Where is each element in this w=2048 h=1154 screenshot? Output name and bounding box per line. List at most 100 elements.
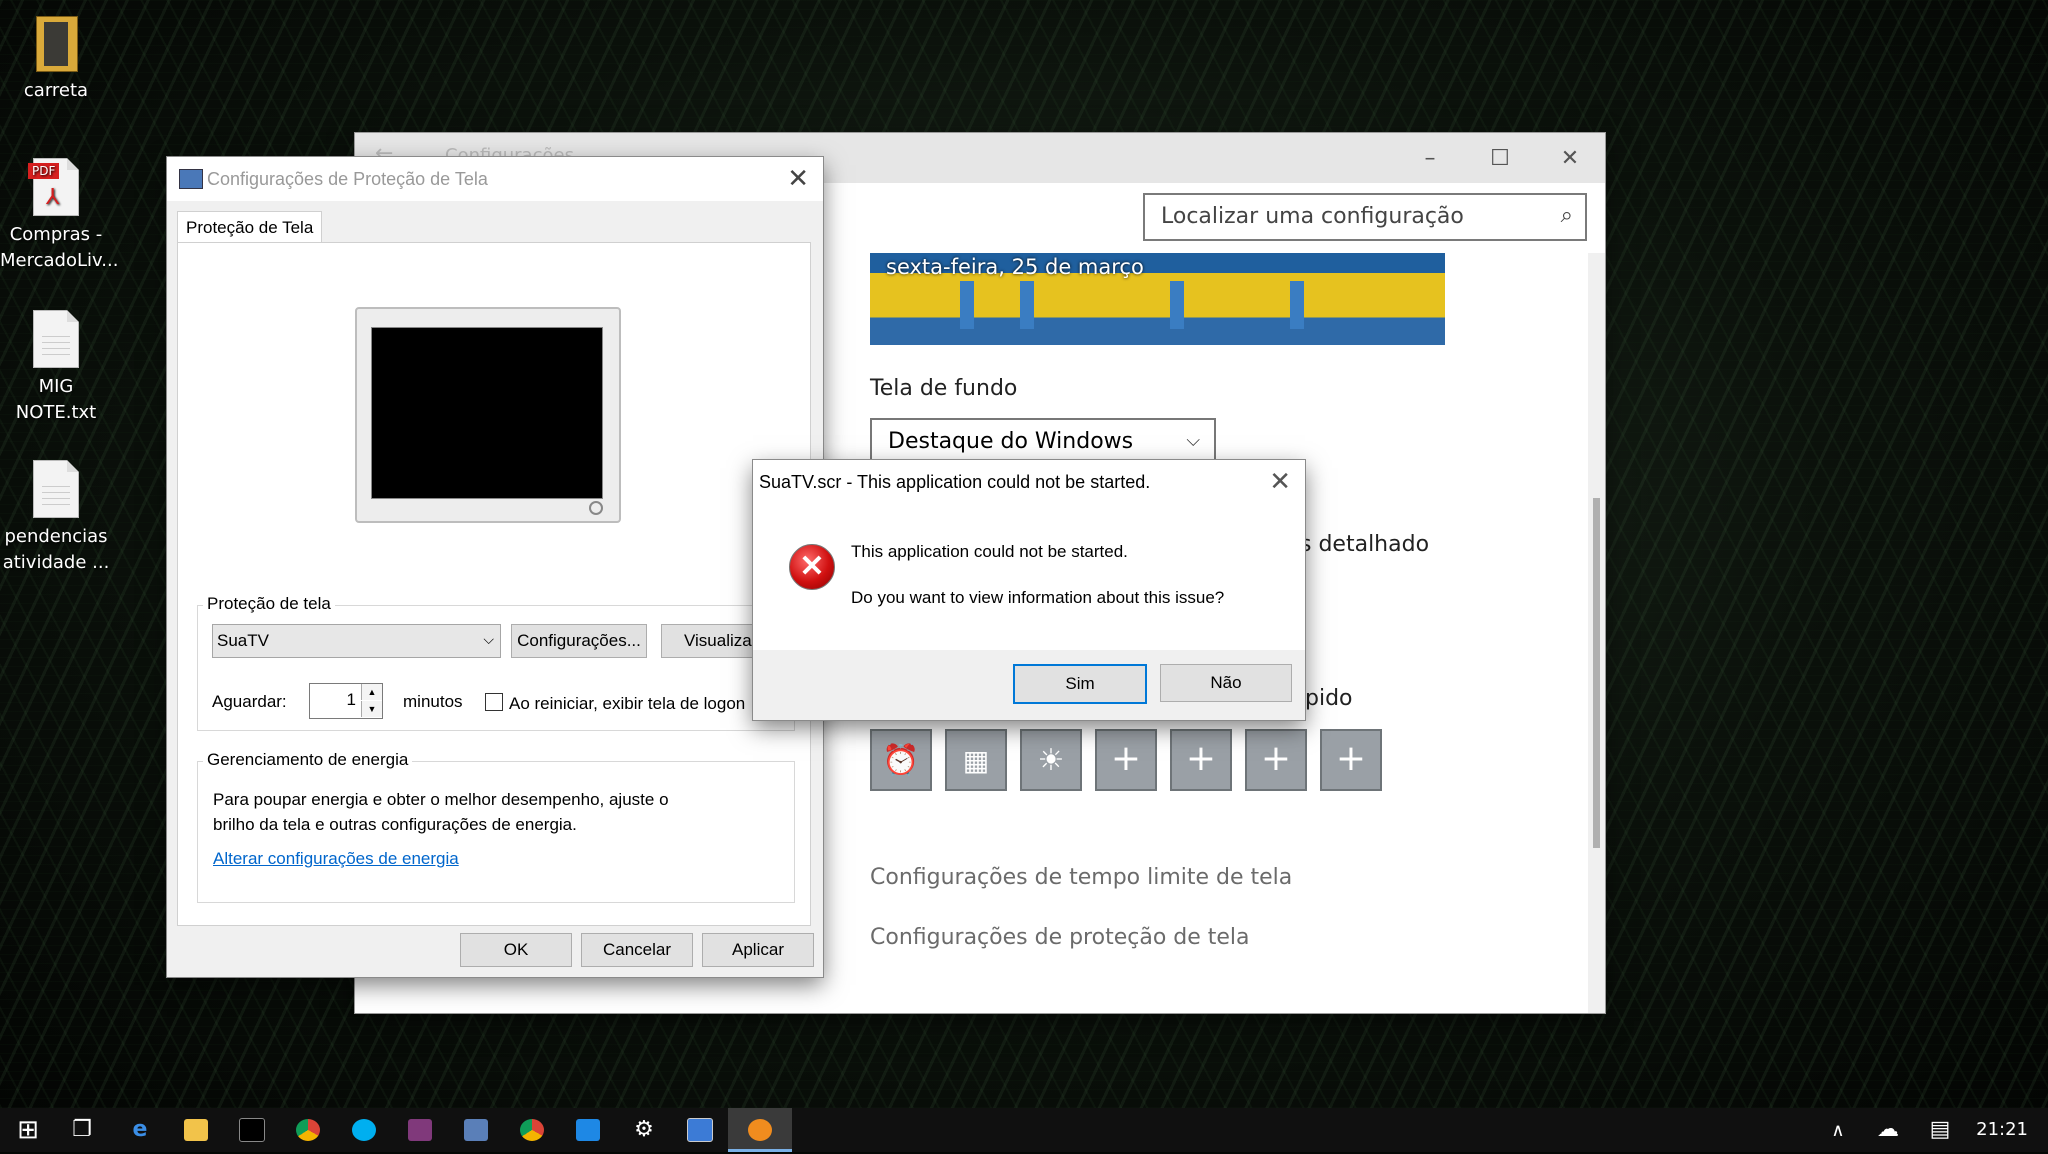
maximize-icon[interactable]: ☐ [1465,139,1535,179]
desktop-icon-compras[interactable]: PDF ⅄ Compras - MercadoLiv... [0,158,119,274]
screensaver-dialog-titlebar[interactable]: Configurações de Proteção de Tela ✕ [167,157,823,201]
power-text-line-2: brilho da tela e outras configurações de… [213,815,577,834]
minutes-label: minutos [403,692,463,711]
taskbar-network-app[interactable] [448,1108,504,1152]
quick-status-brightness[interactable]: ☀ [1020,729,1082,791]
spin-down-icon[interactable]: ▼ [361,701,382,717]
pdf-badge: PDF [28,163,60,179]
yes-button[interactable]: Sim [1013,664,1147,704]
desktop-icon-pendencias[interactable]: pendencias atividade ... [0,460,112,576]
cancel-button[interactable]: Cancelar [581,933,693,967]
desktop-icon-label: pendencias atividade ... [2,526,110,573]
change-power-settings-link[interactable]: Alterar configurações de energia [213,849,459,869]
screensaver-app-icon [748,1119,772,1141]
screen-timeout-link[interactable]: Configurações de tempo limite de tela [870,865,1292,890]
task-view-button[interactable]: ❐ [54,1108,110,1152]
screensaver-settings-link[interactable]: Configurações de proteção de tela [870,925,1250,950]
scrollbar-thumb[interactable] [1593,498,1600,848]
error-message-1: This application could not be started. [851,542,1128,561]
error-dialog: SuaTV.scr - This application could not b… [753,460,1305,720]
minimize-icon[interactable]: – [1395,139,1465,179]
search-icon[interactable]: ⌕ [1561,203,1573,228]
taskbar-chrome[interactable] [280,1108,336,1152]
settings-scrollbar[interactable] [1588,253,1605,1013]
desktop-icon-mig-note[interactable]: MIG NOTE.txt [0,310,112,426]
folder-icon [32,14,80,72]
wait-minutes-stepper[interactable]: 1 ▲ ▼ [309,683,383,719]
terminal-icon [239,1118,265,1142]
onenote-icon [408,1119,432,1141]
desktop-icon-label: Compras - MercadoLiv... [0,224,119,271]
background-dropdown[interactable]: Destaque do Windows ⌵ [870,418,1216,466]
quick-status-add-2[interactable]: + [1170,729,1232,791]
close-icon[interactable]: ✕ [1269,466,1291,497]
logon-checkbox[interactable] [485,693,503,711]
quick-status-calendar[interactable]: ▦ [945,729,1007,791]
taskbar-onenote[interactable] [392,1108,448,1152]
start-button[interactable]: ⊞ [0,1108,56,1152]
no-button[interactable]: Não [1160,664,1292,702]
network-icon [464,1119,488,1141]
desktop-icon-label: MIG NOTE.txt [15,376,97,423]
shield-icon [576,1119,600,1141]
preview-screen [371,327,603,499]
error-dialog-title: SuaTV.scr - This application could not b… [759,472,1151,492]
show-hidden-icons-button[interactable]: ∧ [1818,1108,1858,1152]
add-icon: + [1260,738,1292,779]
wait-label: Aguardar: [212,692,287,711]
close-icon[interactable]: ✕ [787,163,809,194]
tab-screensaver[interactable]: Proteção de Tela [177,211,323,244]
error-dialog-titlebar[interactable]: SuaTV.scr - This application could not b… [753,460,1305,504]
screensaver-select[interactable]: SuaTV ⌵ [212,624,501,658]
taskbar-chrome-2[interactable] [504,1108,560,1152]
background-value: Destaque do Windows [888,429,1134,454]
text-file-icon [32,460,80,518]
error-message-2: Do you want to view information about th… [851,588,1225,607]
action-center-button[interactable]: ▤ [1918,1108,1962,1152]
quick-status-add-3[interactable]: + [1245,729,1307,791]
error-icon: ✕ [789,544,835,590]
monitor-preview [355,307,621,523]
screensaver-settings-button[interactable]: Configurações... [511,624,647,658]
taskbar-skype[interactable] [336,1108,392,1152]
lockscreen-preview: sexta-feira, 25 de março [870,253,1445,345]
tray-onedrive[interactable]: ☁ [1866,1108,1910,1152]
taskbar-screensaver-app[interactable] [728,1108,792,1152]
chrome-icon [520,1119,544,1141]
power-text-line-1: Para poupar energia e obter o melhor des… [213,790,669,809]
quick-status-add-1[interactable]: + [1095,729,1157,791]
cloud-icon: ☁ [1877,1117,1899,1142]
task-view-icon: ❐ [72,1117,92,1142]
monitor-icon [179,169,203,189]
screensaver-group-label: Proteção de tela [203,594,335,614]
quick-status-alarm[interactable]: ⏰ [870,729,932,791]
lockscreen-date: sexta-feira, 25 de março [886,255,1144,279]
background-label: Tela de fundo [870,376,1018,401]
settings-search-input[interactable]: Localizar uma configuração ⌕ [1143,193,1587,241]
quick-status-add-4[interactable]: + [1320,729,1382,791]
screensaver-selected-value: SuaTV [217,631,269,650]
partial-label-quick: pido [1305,686,1353,711]
power-led-icon [589,501,603,515]
taskbar-clock[interactable]: 21:21 [1976,1108,2028,1152]
spin-up-icon[interactable]: ▲ [361,684,382,700]
alarm-icon: ⏰ [882,743,920,778]
taskbar-edge[interactable]: e [112,1108,168,1152]
add-icon: + [1335,738,1367,779]
taskbar-file-explorer[interactable] [168,1108,224,1152]
taskbar-cmd[interactable] [224,1108,280,1152]
desktop-icon-carreta[interactable]: carreta [0,14,112,104]
taskbar-remote-desktop[interactable] [672,1108,728,1152]
ok-button[interactable]: OK [460,933,572,967]
gear-icon: ⚙ [634,1117,654,1142]
apply-button[interactable]: Aplicar [702,933,814,967]
calendar-icon: ▦ [962,744,990,777]
chrome-icon [296,1119,320,1141]
text-file-icon [32,310,80,368]
taskbar-security-app[interactable] [560,1108,616,1152]
desktop-icon-label: carreta [23,80,89,101]
close-icon[interactable]: ✕ [1535,139,1605,179]
power-group-label: Gerenciamento de energia [203,750,413,770]
taskbar-settings[interactable]: ⚙ [616,1108,672,1152]
taskbar: ⊞ ❐ e ⚙ ∧ ☁ ▤ 21:21 [0,1108,2048,1152]
